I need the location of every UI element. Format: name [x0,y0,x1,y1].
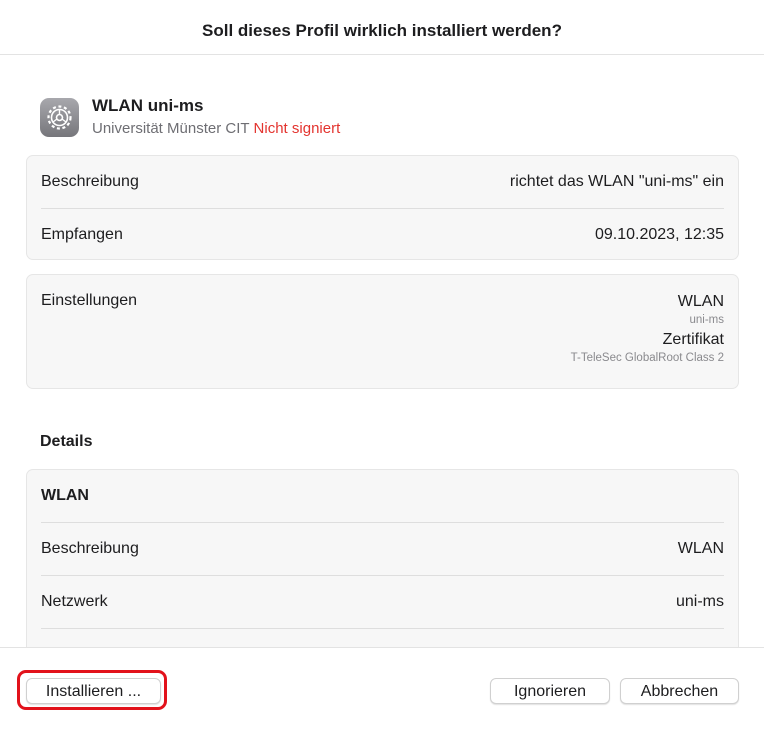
settings-card: Einstellungen WLAN uni-ms Zertifikat T-T… [26,274,739,389]
dialog-title: Soll dieses Profil wirklich installiert … [0,0,764,55]
profile-subtitle: Universität Münster CIT Nicht signiert [92,120,340,137]
signature-status: Nicht signiert [253,120,341,137]
cancel-button[interactable]: Abbrechen [620,678,739,704]
summary-label: Empfangen [41,226,123,243]
settings-gear-icon [40,98,79,137]
summary-value: richtet das WLAN "uni-ms" ein [509,173,724,190]
profile-organization: Universität Münster CIT [92,120,250,137]
summary-label: Beschreibung [41,173,139,190]
dialog-footer: Installieren ... Ignorieren Abbrechen [0,647,764,729]
settings-label: Einstellungen [41,292,138,309]
details-section-title: WLAN [41,470,724,523]
summary-row-description: Beschreibung richtet das WLAN "uni-ms" e… [41,156,724,209]
details-card: WLAN Beschreibung WLAN Netzwerk uni-ms [26,469,739,669]
summary-row-received: Empfangen 09.10.2023, 12:35 [41,209,724,261]
details-section-label: WLAN [41,487,89,504]
summary-card: Beschreibung richtet das WLAN "uni-ms" e… [26,155,739,260]
details-value: WLAN [677,540,724,557]
setting-title: Zertifikat [662,331,724,348]
details-row-network: Netzwerk uni-ms [41,576,724,629]
install-button[interactable]: Installieren ... [26,678,161,704]
settings-values: WLAN uni-ms Zertifikat T-TeleSec GlobalR… [571,292,724,368]
details-value: uni-ms [675,593,724,610]
summary-value: 09.10.2023, 12:35 [594,226,724,243]
setting-subtitle: T-TeleSec GlobalRoot Class 2 [570,352,724,364]
profile-name: WLAN uni-ms [92,96,204,115]
details-label: Beschreibung [41,540,139,557]
ignore-button[interactable]: Ignorieren [490,678,610,704]
details-heading: Details [40,433,93,450]
install-profile-dialog: Soll dieses Profil wirklich installiert … [0,0,764,729]
details-row-description: Beschreibung WLAN [41,523,724,576]
details-label: Netzwerk [41,593,108,610]
setting-title: WLAN [677,293,724,310]
setting-subtitle: uni-ms [689,314,724,326]
